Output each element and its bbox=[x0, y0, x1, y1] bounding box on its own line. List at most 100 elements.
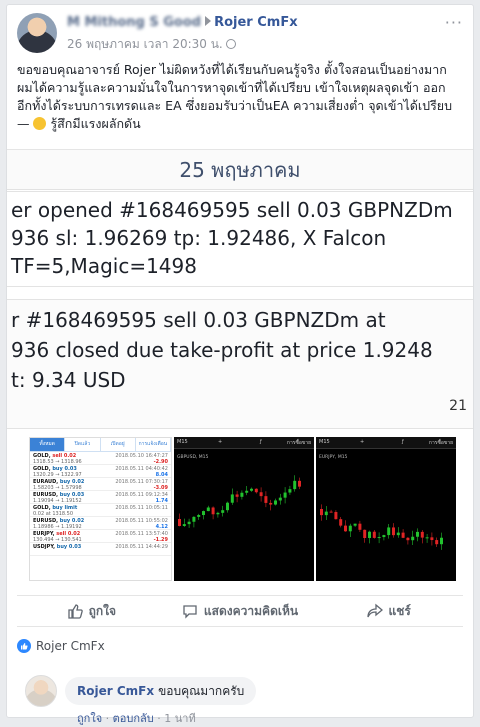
candle-body bbox=[178, 519, 181, 527]
notification-screenshot[interactable]: 25 พฤษภาคม er opened #168469595 sell 0.0… bbox=[7, 149, 473, 433]
closed-line-2: 936 closed due take-profit at price 1.92… bbox=[11, 338, 433, 362]
trade-row[interactable]: GOLD, sell 0.02 1318.53 → 1318.96 2018.05.… bbox=[30, 452, 171, 465]
comment-like-link[interactable]: ถูกใจ bbox=[77, 712, 102, 725]
closed-line-3: t: 9.34 USD bbox=[11, 368, 126, 392]
price-chart-1[interactable]: M15 + ƒ การซื้อขาย GBPUSD, M15 bbox=[174, 437, 314, 581]
chart-2-trade-label: การซื้อขาย bbox=[428, 440, 453, 446]
thumbs-up-icon bbox=[67, 604, 83, 619]
trade-row[interactable]: USDJPY, buy 0.03 2018.05.11 14:44:29 bbox=[30, 543, 171, 556]
trade-row[interactable]: GOLD, buy 0.03 1320.29 → 1322.97 2018.05.1… bbox=[30, 465, 171, 478]
candle-body bbox=[416, 531, 419, 537]
candle-body bbox=[401, 532, 405, 538]
comment-button[interactable]: แสดงความคิดเห็น bbox=[166, 596, 315, 626]
candle-body bbox=[425, 537, 429, 539]
comment-reply-link[interactable]: ตอบกลับ bbox=[113, 712, 154, 725]
candle-body bbox=[278, 497, 282, 501]
author-avatar[interactable] bbox=[17, 13, 57, 53]
smile-emoji-icon bbox=[33, 117, 47, 130]
candle-body bbox=[406, 537, 410, 541]
trade-row[interactable]: EURAUD, buy 0.02 1.58203 → 1.57998 2018.05… bbox=[30, 478, 171, 491]
candle-body bbox=[250, 488, 253, 491]
candle-body bbox=[358, 523, 362, 530]
author-name[interactable]: M Mithong S Good bbox=[67, 15, 201, 30]
tab-closed: ปิดแล้ว bbox=[65, 438, 101, 451]
likes-names[interactable]: Rojer CmFx bbox=[36, 639, 105, 653]
meta-separator: · bbox=[105, 712, 113, 725]
candle-body bbox=[320, 509, 323, 516]
opened-line-1: er opened #168469595 sell 0.03 GBPNZDm bbox=[11, 198, 453, 222]
like-button[interactable]: ถูกใจ bbox=[17, 596, 166, 626]
chart-1-candles bbox=[178, 475, 301, 528]
candle-body bbox=[182, 524, 186, 527]
trade-row[interactable]: EURJPY, sell 0.02 130.494 → 130.541 2018.0… bbox=[30, 530, 171, 543]
comment-meta: ถูกใจ · ตอบกลับ · 1 นาที bbox=[77, 709, 196, 727]
commenter-avatar[interactable] bbox=[25, 675, 57, 707]
chart-1-trade-label: การซื้อขาย bbox=[286, 440, 311, 446]
candle-body bbox=[235, 494, 239, 497]
notification-date-header: 25 พฤษภาคม bbox=[7, 150, 473, 190]
comment-time[interactable]: 1 นาที bbox=[164, 712, 195, 725]
candle-body bbox=[254, 488, 258, 493]
trade-history-screenshot[interactable]: ทั้งหมด ปิดแล้ว เปิดอยู่ การแจ้งเตือน GO… bbox=[29, 437, 172, 581]
opened-line-3: TF=5,Magic=1498 bbox=[11, 254, 197, 278]
candle-body bbox=[274, 500, 277, 505]
candle-body bbox=[240, 492, 244, 497]
chart-2-symbol: EURJPY, M15 bbox=[319, 454, 348, 460]
commenter-name[interactable]: Rojer CmFx bbox=[77, 684, 154, 698]
shared-to-arrow-icon bbox=[205, 16, 212, 26]
share-icon bbox=[366, 603, 383, 618]
author-line: M Mithong S Good Rojer CmFx bbox=[67, 15, 298, 30]
candle-body bbox=[440, 537, 443, 545]
tab-alerts: การแจ้งเตือน bbox=[136, 438, 171, 451]
chart-2-header: M15 + ƒ การซื้อขาย bbox=[316, 437, 456, 449]
chart-1-crosshair-icon: + bbox=[218, 439, 223, 445]
candle-body bbox=[368, 531, 371, 539]
candle-body bbox=[226, 502, 229, 511]
candle-body bbox=[344, 525, 347, 532]
candle-body bbox=[396, 532, 400, 536]
candle-body bbox=[187, 521, 191, 525]
comment-icon bbox=[183, 605, 197, 619]
candle-body bbox=[259, 492, 263, 497]
chart-1-symbol: GBPUSD, M15 bbox=[177, 454, 209, 460]
trade-row[interactable]: EURUSD, buy 0.02 1.18986 → 1.19192 2018.05… bbox=[30, 517, 171, 530]
candle-body bbox=[230, 494, 234, 503]
more-options-icon[interactable]: ··· bbox=[445, 13, 463, 32]
chart-2-crosshair-icon: + bbox=[360, 439, 365, 445]
closed-time-partial: 21 bbox=[449, 398, 467, 414]
comment-label: แสดงความคิดเห็น bbox=[203, 603, 299, 618]
closed-line-1: r #168469595 sell 0.03 GBPNZDm at bbox=[11, 308, 386, 332]
post-actions: ถูกใจ แสดงความคิดเห็น แชร์ bbox=[17, 595, 463, 627]
candle-body bbox=[411, 536, 415, 541]
candle-body bbox=[353, 523, 357, 526]
candle-body bbox=[197, 515, 201, 517]
page-name-link[interactable]: Rojer CmFx bbox=[214, 15, 298, 30]
chart-2-candles bbox=[320, 504, 443, 550]
chart-2-canvas: EURJPY, M15 bbox=[319, 454, 443, 550]
chart-1-timeframe: M15 bbox=[177, 439, 188, 445]
photo-grid: ทั้งหมด ปิดแล้ว เปิดอยู่ การแจ้งเตือน GO… bbox=[29, 437, 456, 581]
trade-row[interactable]: EURUSD, buy 0.03 1.19094 → 1.19152 2018.05… bbox=[30, 491, 171, 504]
post-timestamp[interactable]: 26 พฤษภาคม เวลา 20:30 น. bbox=[67, 35, 236, 54]
trade-row[interactable]: GOLD, buy limit 0.02 at 1318.50 2018.05.11… bbox=[30, 504, 171, 517]
price-chart-2[interactable]: M15 + ƒ การซื้อขาย EURJPY, M15 bbox=[316, 437, 456, 581]
chart-2-indicator-icon: ƒ bbox=[402, 439, 404, 445]
chart-2-timeframe: M15 bbox=[319, 439, 330, 445]
candle-body bbox=[392, 527, 395, 536]
timestamp-text[interactable]: 26 พฤษภาคม เวลา 20:30 น. bbox=[67, 37, 223, 51]
post-body: ขอขอบคุณอาจารย์ Rojer ไม่ผิดหวังที่ได้เร… bbox=[17, 61, 463, 133]
candle-body bbox=[420, 531, 424, 538]
post-card: M Mithong S Good Rojer CmFx 26 พฤษภาคม เว… bbox=[6, 4, 474, 725]
share-button[interactable]: แชร์ bbox=[314, 596, 463, 626]
candle-body bbox=[264, 496, 268, 503]
candle-body bbox=[329, 511, 333, 513]
tab-open: เปิดอยู่ bbox=[101, 438, 136, 451]
likes-summary[interactable]: Rojer CmFx bbox=[17, 639, 105, 653]
candle-body bbox=[430, 537, 434, 541]
candle-body bbox=[269, 502, 273, 505]
trade-tabs: ทั้งหมด ปิดแล้ว เปิดอยู่ การแจ้งเตือน bbox=[30, 438, 171, 452]
chart-1-canvas: GBPUSD, M15 bbox=[177, 454, 301, 528]
candle-body bbox=[283, 492, 287, 498]
candle-body bbox=[435, 540, 439, 545]
candle-body bbox=[334, 511, 338, 520]
